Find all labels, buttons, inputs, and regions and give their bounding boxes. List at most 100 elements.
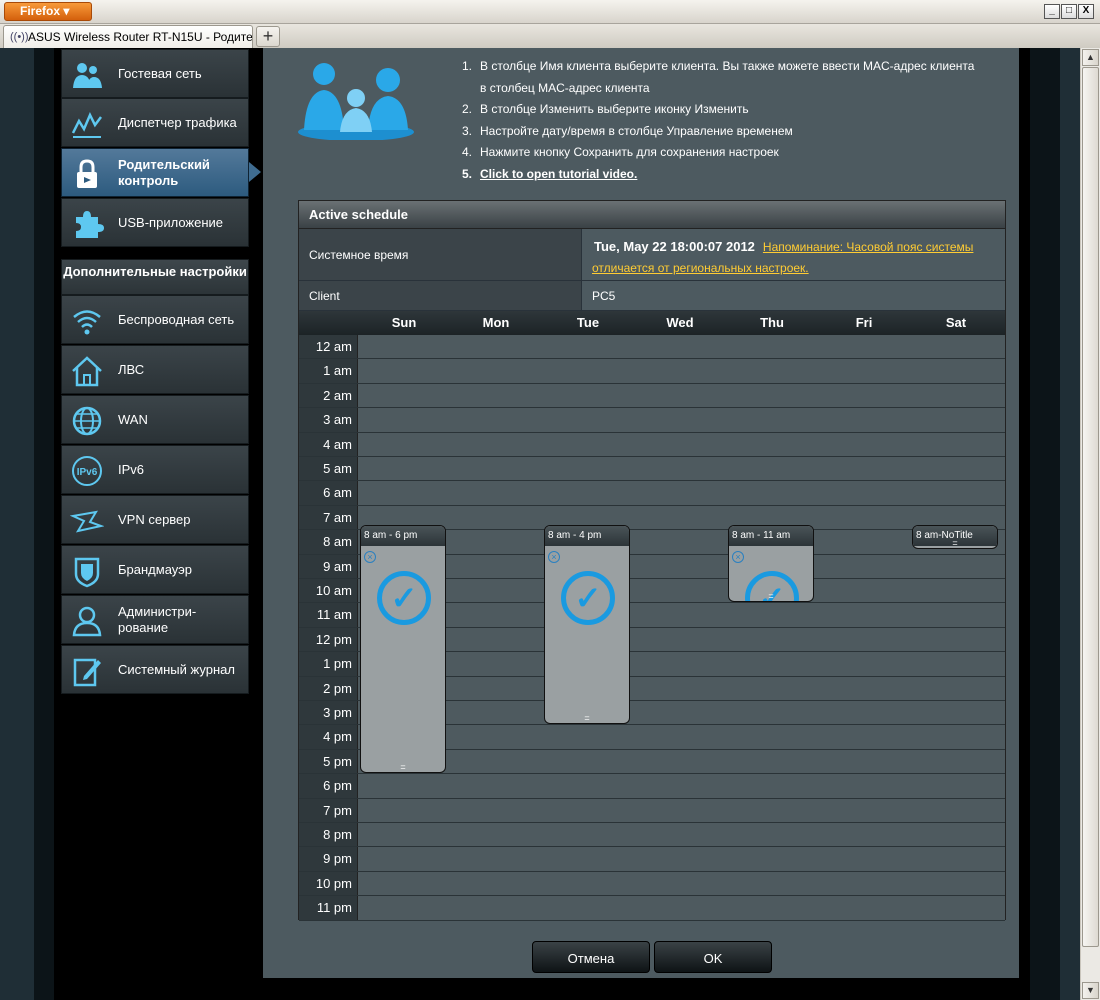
- sidebar-item-administration[interactable]: Администри-рование: [61, 595, 249, 644]
- hour-cells[interactable]: [358, 530, 1005, 554]
- hour-cells[interactable]: [358, 896, 1005, 920]
- resize-handle[interactable]: =: [361, 763, 445, 772]
- sidebar-item-system-log[interactable]: Системный журнал: [61, 645, 249, 694]
- hour-cells[interactable]: [358, 725, 1005, 749]
- instruction-step: 2. В столбце Изменить выберите иконку Изм…: [462, 102, 749, 116]
- hour-cells[interactable]: [358, 505, 1005, 530]
- hour-label: 8 pm: [299, 823, 358, 847]
- title-bar: Firefox ▾ _ □ X: [0, 0, 1100, 24]
- hour-row: 1 am: [299, 359, 1005, 384]
- hour-label: 5 pm: [299, 749, 358, 774]
- firefox-menu-button[interactable]: Firefox ▾: [4, 2, 92, 21]
- sidebar-item-traffic-manager[interactable]: Диспетчер трафика: [61, 98, 249, 147]
- resize-handle[interactable]: =: [729, 592, 813, 601]
- hour-cells[interactable]: [358, 579, 1005, 603]
- log-icon: [70, 654, 104, 688]
- cancel-button[interactable]: Отмена: [532, 941, 650, 973]
- hour-cells[interactable]: [358, 774, 1005, 798]
- hour-cells[interactable]: [358, 554, 1005, 578]
- hour-row: 3 am: [299, 408, 1005, 433]
- hour-cells[interactable]: [358, 847, 1005, 871]
- hour-cells[interactable]: [358, 359, 1005, 383]
- hour-cells[interactable]: [358, 652, 1005, 676]
- hour-cells[interactable]: [358, 701, 1005, 725]
- schedule-block[interactable]: 8 am - 6 pm × ✓ =: [360, 525, 446, 774]
- restore-button[interactable]: □: [1061, 4, 1077, 19]
- vertical-scrollbar[interactable]: ▲ ▼: [1080, 48, 1100, 1000]
- hour-cells[interactable]: [358, 823, 1005, 847]
- tutorial-video-link[interactable]: Click to open tutorial video.: [480, 167, 637, 181]
- remove-block-icon[interactable]: ×: [732, 551, 744, 564]
- sidebar-item-label: Беспроводная сеть: [118, 311, 235, 327]
- sidebar-item-wan[interactable]: WAN: [61, 395, 249, 444]
- sidebar-item-label: ЛВС: [118, 361, 145, 377]
- hour-cells[interactable]: [358, 749, 1005, 774]
- system-time-value: Tue, May 22 18:00:07 2012: [594, 239, 755, 254]
- schedule-header: Active schedule: [299, 201, 1005, 229]
- hour-row: 2 am: [299, 383, 1005, 409]
- hour-cells[interactable]: [358, 627, 1005, 652]
- hour-row: 6 am: [299, 481, 1005, 506]
- hour-label: 12 pm: [299, 627, 358, 652]
- hour-cells[interactable]: [358, 408, 1005, 432]
- hour-row: 6 pm: [299, 774, 1005, 799]
- hour-label: 2 am: [299, 383, 358, 408]
- hour-cells[interactable]: [358, 481, 1005, 505]
- hour-row: 8 pm: [299, 823, 1005, 848]
- close-button[interactable]: X: [1078, 4, 1094, 19]
- sidebar-item-guest-network[interactable]: Гостевая сеть: [61, 49, 249, 98]
- sidebar-item-parental-control[interactable]: Родительский контроль: [61, 148, 249, 197]
- hour-label: 6 am: [299, 481, 358, 505]
- sidebar-item-label: IPv6: [118, 461, 145, 477]
- svg-text:IPv6: IPv6: [77, 467, 98, 478]
- hour-label: 9 pm: [299, 847, 358, 871]
- page-border-right: [1030, 48, 1060, 1000]
- hour-cells[interactable]: [358, 603, 1005, 627]
- scroll-thumb[interactable]: [1082, 67, 1099, 947]
- instruction-step: в столбец MAC-адрес клиента: [480, 80, 650, 95]
- scroll-up-button[interactable]: ▲: [1082, 49, 1099, 66]
- ipv6-icon: IPv6: [70, 454, 104, 488]
- sidebar-item-firewall[interactable]: Брандмауэр: [61, 545, 249, 594]
- sidebar-item-usb-app[interactable]: USB-приложение: [61, 198, 249, 247]
- hour-label: 9 am: [299, 554, 358, 578]
- hour-cells[interactable]: [358, 335, 1005, 359]
- hour-cells[interactable]: [358, 432, 1005, 456]
- sidebar-item-label: Родительский контроль: [118, 156, 210, 188]
- sidebar-item-ipv6[interactable]: IPv6 IPv6: [61, 445, 249, 494]
- resize-handle[interactable]: =: [545, 714, 629, 723]
- remove-block-icon[interactable]: ×: [364, 551, 376, 564]
- hour-cells[interactable]: [358, 798, 1005, 822]
- hour-label: 10 pm: [299, 871, 358, 896]
- resize-handle[interactable]: =: [913, 539, 997, 548]
- day-header: Wed: [666, 315, 694, 330]
- hour-row: 4 am: [299, 432, 1005, 457]
- sidebar-item-vpn[interactable]: VPN сервер: [61, 495, 249, 544]
- hour-label: 7 pm: [299, 798, 358, 822]
- hour-row: 5 am: [299, 457, 1005, 482]
- hour-label: 4 am: [299, 432, 358, 456]
- hour-cells[interactable]: [358, 871, 1005, 896]
- sidebar-item-wireless[interactable]: Беспроводная сеть: [61, 295, 249, 344]
- sidebar-item-lan[interactable]: ЛВС: [61, 345, 249, 394]
- schedule-block[interactable]: 8 am - 4 pm × ✓ =: [544, 525, 630, 725]
- schedule-panel: Active schedule Системное время Tue, May…: [298, 200, 1006, 921]
- ok-button[interactable]: OK: [654, 941, 772, 973]
- schedule-block-label: 8 am - 6 pm: [361, 526, 445, 547]
- browser-tab[interactable]: ((•)) ASUS Wireless Router RT-N15U - Род…: [3, 25, 253, 48]
- hour-cells[interactable]: [358, 383, 1005, 408]
- hour-row: 7 pm: [299, 798, 1005, 823]
- hour-label: 3 pm: [299, 701, 358, 725]
- day-header: Thu: [760, 315, 784, 330]
- system-time-label: Системное время: [299, 229, 582, 280]
- hour-cells[interactable]: [358, 676, 1005, 700]
- minimize-button[interactable]: _: [1044, 4, 1060, 19]
- day-header: Mon: [482, 315, 510, 330]
- hour-cells[interactable]: [358, 457, 1005, 481]
- schedule-block[interactable]: 8 am - 11 am × ✓ =: [728, 525, 814, 603]
- vpn-icon: [69, 504, 105, 538]
- new-tab-button[interactable]: +: [256, 26, 280, 47]
- remove-block-icon[interactable]: ×: [548, 551, 560, 564]
- schedule-block[interactable]: 8 am-NoTitle =: [912, 525, 998, 550]
- scroll-down-button[interactable]: ▼: [1082, 982, 1099, 999]
